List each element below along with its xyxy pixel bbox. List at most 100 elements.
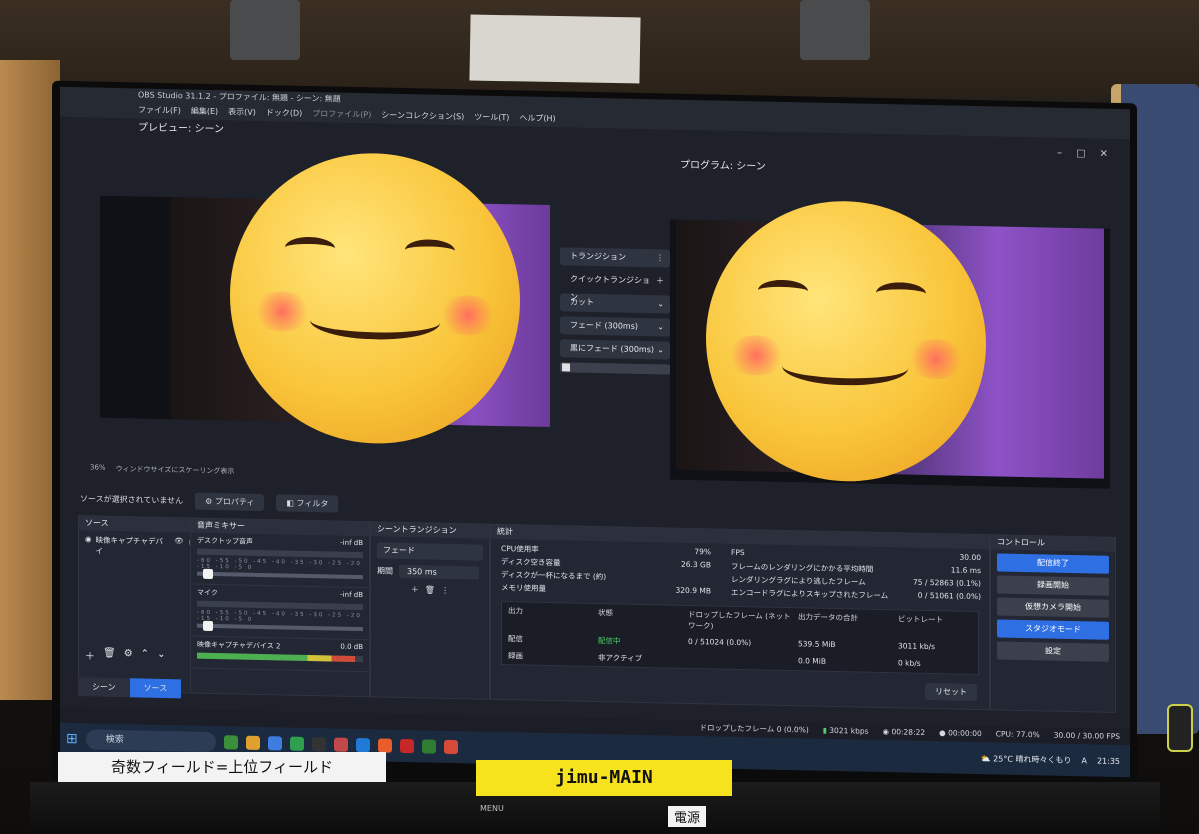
duration-input[interactable]: 350 ms xyxy=(399,564,479,580)
transition-slider[interactable] xyxy=(560,362,670,375)
obs-window: OBS Studio 31.1.2 - プロファイル: 無題 - シーン: 無題… xyxy=(60,86,1130,778)
preview-zoom-bar: 36% ウィンドウサイズにスケーリング表示 xyxy=(90,463,234,476)
eye-icon[interactable]: 👁 xyxy=(174,536,184,558)
wood-panel xyxy=(0,60,60,700)
gear-icon[interactable]: ⚙ xyxy=(124,648,133,663)
windows-start-icon[interactable]: ⊞ xyxy=(66,731,78,747)
mixer-channel: デスクトップ音声 -inf dB -60 -55 -50 -45 -40 -35 … xyxy=(191,532,369,589)
audio-mixer-dock: 音声ミキサー デスクトップ音声 -inf dB -60 -55 -50 -45 -… xyxy=(190,517,370,698)
menu-scene-collection[interactable]: シーンコレクション(S) xyxy=(381,108,464,126)
source-tools: ＋ 🗑 ⚙ ⌃ ⌄ xyxy=(85,647,165,664)
rec-time: ● 00:00:00 xyxy=(939,728,982,739)
minimize-icon[interactable]: – xyxy=(1057,148,1062,159)
weather[interactable]: ⛅ 25°C 晴れ時々くもり xyxy=(981,753,1072,766)
transition-fade-black[interactable]: 黒にフェード (300ms) ⌄ xyxy=(560,339,670,360)
chevron-down-icon: ⌄ xyxy=(657,299,664,309)
scene-transitions-dock: シーントランジション フェード 期間 350 ms ＋ 🗑 ⋮ xyxy=(370,521,490,700)
trash-icon[interactable]: 🗑 xyxy=(103,648,116,663)
menu-dock[interactable]: ドック(D) xyxy=(266,105,302,122)
stats-dock: 統計 CPU使用率 79% FPS 30.00 ディスク空き容量 26.3 GB フレ… xyxy=(490,523,990,711)
menu-profile[interactable]: プロファイル(P) xyxy=(312,106,371,123)
program-canvas xyxy=(670,198,1110,489)
widget-icon[interactable] xyxy=(223,735,238,750)
no-source-label: ソースが選択されていません xyxy=(80,493,184,505)
folder-icon[interactable] xyxy=(245,735,260,750)
preview-canvas[interactable] xyxy=(100,150,550,447)
sources-header: ソース xyxy=(79,516,203,533)
pdf-icon[interactable] xyxy=(399,738,414,754)
properties-button[interactable]: ⚙ プロパティ xyxy=(195,492,265,511)
fps-display: 30.00 / 30.00 FPS xyxy=(1053,730,1120,741)
add-icon[interactable]: ＋ xyxy=(411,584,419,595)
volume-slider[interactable] xyxy=(197,620,363,632)
volume-knob[interactable] xyxy=(203,620,213,631)
menu-help[interactable]: ヘルプ(H) xyxy=(519,110,555,127)
trash-icon[interactable]: 🗑 xyxy=(425,585,435,594)
monitor-buttons: MENU xyxy=(480,804,504,813)
camera-icon: ◉ xyxy=(85,534,92,544)
chevron-down-icon[interactable]: ⌄ xyxy=(157,649,165,664)
volume-slider[interactable] xyxy=(197,568,363,580)
start-recording-button[interactable]: 録画開始 xyxy=(997,575,1109,596)
mixer-channel: 映像キャプチャデバイス 2 0.0 dB xyxy=(191,636,369,673)
menu-edit[interactable]: 編集(E) xyxy=(191,104,218,121)
bracket-left xyxy=(230,0,300,60)
start-virtual-camera-button[interactable]: 仮想カメラ開始 xyxy=(997,597,1109,618)
source-item[interactable]: ◉ 映像キャプチャデバイ 👁 🔒 xyxy=(79,530,203,563)
menu-file[interactable]: ファイル(F) xyxy=(138,102,181,119)
duration-row: 期間 350 ms xyxy=(377,564,483,580)
obs-icon[interactable] xyxy=(311,737,326,752)
filter-icon: ◧ xyxy=(286,498,297,508)
sources-dock: ソース ◉ 映像キャプチャデバイ 👁 🔒 ＋ 🗑 ⚙ ⌃ ⌄ xyxy=(78,515,204,694)
tab-sources[interactable]: ソース xyxy=(129,678,182,699)
paper-tag xyxy=(469,14,641,84)
add-icon[interactable]: ＋ xyxy=(85,647,95,662)
chevron-up-icon[interactable]: ⌃ xyxy=(141,648,149,663)
scale-mode[interactable]: ウィンドウサイズにスケーリング表示 xyxy=(116,464,235,476)
taskbar-search[interactable]: 検索 xyxy=(85,729,216,753)
tab-scenes[interactable]: シーン xyxy=(78,677,130,698)
transition-select[interactable]: フェード xyxy=(377,542,483,561)
add-icon[interactable]: ＋ xyxy=(656,272,664,290)
chrome-icon[interactable] xyxy=(443,739,458,755)
level-meter xyxy=(197,548,363,559)
mixer-channel: マイク -inf dB -60 -55 -50 -45 -40 -35 -30 -… xyxy=(191,584,369,641)
app-icon[interactable] xyxy=(421,739,436,754)
transition-fade[interactable]: フェード (300ms) ⌄ xyxy=(560,316,670,337)
controls-dock: コントロール 配信終了 録画開始 仮想カメラ開始 スタジオモード 設定 xyxy=(990,534,1116,713)
menu-dots-icon[interactable]: ⋮ xyxy=(441,586,449,595)
system-tray: ⛅ 25°C 晴れ時々くもり A 21:35 xyxy=(981,753,1130,767)
clock[interactable]: 21:35 xyxy=(1097,756,1120,765)
transition-button[interactable]: トランジション ⋮ xyxy=(560,247,670,268)
transition-cut[interactable]: カット ⌄ xyxy=(560,293,670,314)
filters-button[interactable]: ◧ フィルタ xyxy=(276,493,339,513)
level-meter xyxy=(197,600,363,611)
label-sticker-yellow: jimu-MAIN xyxy=(476,760,732,796)
app-icon[interactable] xyxy=(333,737,348,752)
meter-scale: -60 -55 -50 -45 -40 -35 -30 -25 -20 -15 … xyxy=(197,609,362,623)
meter-scale: -60 -55 -50 -45 -40 -35 -30 -25 -20 -15 … xyxy=(197,557,362,571)
reset-button[interactable]: リセット xyxy=(925,682,977,702)
maximize-icon[interactable]: □ xyxy=(1076,148,1085,159)
speaker-knob xyxy=(1167,704,1193,752)
volume-knob[interactable] xyxy=(203,568,213,579)
menu-label[interactable]: MENU xyxy=(480,804,504,813)
stop-streaming-button[interactable]: 配信終了 xyxy=(997,553,1109,574)
studio-mode-button[interactable]: スタジオモード xyxy=(997,619,1109,640)
zoom-level[interactable]: 36% xyxy=(90,463,106,473)
app-icon[interactable] xyxy=(289,736,304,751)
edge-icon[interactable] xyxy=(267,736,282,751)
menu-dots-icon[interactable]: ⋮ xyxy=(656,249,664,267)
bitrate: ▮ 3021 kbps xyxy=(822,725,869,736)
app-icon[interactable] xyxy=(355,737,370,753)
settings-button[interactable]: 設定 xyxy=(997,641,1109,662)
source-toolbar: ソースが選択されていません ⚙ プロパティ ◧ フィルタ xyxy=(80,487,410,516)
ime-indicator[interactable]: A xyxy=(1081,756,1086,765)
firefox-icon[interactable] xyxy=(377,738,392,753)
menu-tools[interactable]: ツール(T) xyxy=(474,109,509,126)
quick-transitions: トランジション ⋮ クイックトランジション＋ カット ⌄ フェード (300ms) ⌄… xyxy=(560,247,670,375)
close-icon[interactable]: ✕ xyxy=(1100,149,1108,160)
bracket-right xyxy=(800,0,870,60)
menu-view[interactable]: 表示(V) xyxy=(228,104,256,121)
slider-thumb[interactable] xyxy=(562,363,570,372)
